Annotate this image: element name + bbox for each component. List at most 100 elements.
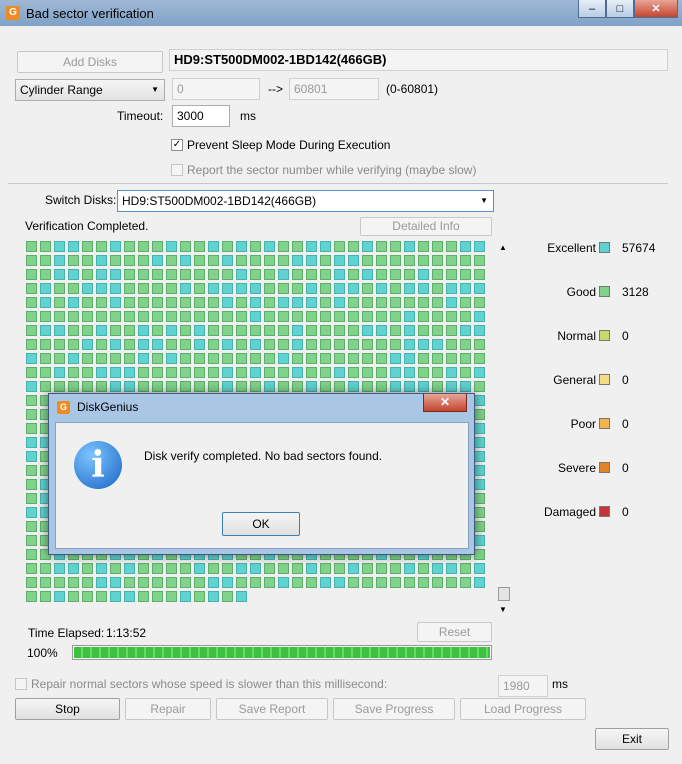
sector-block [82,381,93,392]
dialog-body: i Disk verify completed. No bad sectors … [55,422,469,549]
sector-block [418,367,429,378]
sector-block [208,325,219,336]
sector-block [320,353,331,364]
maximize-button[interactable]: □ [606,0,634,18]
dialog-close-button[interactable]: ✕ [423,394,467,412]
sector-block [446,563,457,574]
legend-value: 57674 [622,241,656,255]
sector-block [40,381,51,392]
sector-block [320,367,331,378]
sector-block [222,283,233,294]
disk-name-field: HD9:ST500DM002-1BD142(466GB) [169,49,668,71]
grid-scrollbar[interactable]: ▲ ▼ [497,241,511,617]
sector-block [390,241,401,252]
sector-block [68,325,79,336]
sector-block [320,269,331,280]
sector-block [180,283,191,294]
report-sector-checkbox[interactable] [171,164,183,176]
sector-block [348,563,359,574]
sector-block [362,577,373,588]
sector-block [320,325,331,336]
sector-block [68,297,79,308]
sector-block [166,577,177,588]
legend-label: Excellent [547,241,596,255]
sector-block [110,353,121,364]
legend-value: 0 [622,461,629,475]
sector-block [250,353,261,364]
switch-disks-select[interactable]: HD9:ST500DM002-1BD142(466GB) ▼ [117,190,494,212]
sector-block [180,563,191,574]
minimize-button[interactable]: – [578,0,606,18]
sector-block [82,325,93,336]
sector-block [362,255,373,266]
sector-block [474,465,485,476]
timeout-input[interactable]: 3000 [172,105,230,127]
sector-block [68,339,79,350]
sector-block [26,507,37,518]
sector-block [264,367,275,378]
sector-block [404,311,415,322]
sector-block [404,269,415,280]
save-report-button[interactable]: Save Report [216,698,328,720]
sector-block [82,311,93,322]
dialog-message: Disk verify completed. No bad sectors fo… [144,449,383,463]
sector-block [96,353,107,364]
chevron-down-icon: ▼ [151,85,159,94]
repair-checkbox[interactable] [15,678,27,690]
sector-block [40,591,51,602]
range-start-input[interactable]: 0 [172,78,260,100]
legend-swatch [599,242,610,253]
legend-swatch [599,374,610,385]
ok-button[interactable]: OK [222,512,300,536]
sector-block [404,325,415,336]
sector-block [474,451,485,462]
prevent-sleep-checkbox[interactable]: ✓ [171,139,183,151]
sector-block [306,311,317,322]
sector-block [124,255,135,266]
sector-block [418,381,429,392]
range-end-input[interactable]: 60801 [289,78,379,100]
sector-block [138,283,149,294]
add-disks-button[interactable]: Add Disks [17,51,163,73]
sector-block [40,311,51,322]
info-dialog: G DiskGenius ✕ i Disk verify completed. … [48,393,475,555]
sector-block [236,241,247,252]
scroll-down-icon[interactable]: ▼ [499,605,507,614]
title-bar: G Bad sector verification – □ ✕ [0,0,682,26]
sector-block [208,339,219,350]
repair-ms-input[interactable]: 1980 [498,675,548,697]
repair-button[interactable]: Repair [125,698,211,720]
detailed-info-button[interactable]: Detailed Info [360,217,492,236]
save-progress-button[interactable]: Save Progress [333,698,455,720]
sector-block [166,283,177,294]
reset-button[interactable]: Reset [417,622,492,642]
sector-block [54,367,65,378]
sector-block [40,367,51,378]
sector-block [376,563,387,574]
sector-block [390,325,401,336]
stop-button[interactable]: Stop [15,698,120,720]
sector-block [362,381,373,392]
close-button[interactable]: ✕ [634,0,678,18]
range-type-select[interactable]: Cylinder Range ▼ [15,79,165,101]
sector-block [264,311,275,322]
sector-block [334,241,345,252]
sector-block [460,367,471,378]
sector-block [250,241,261,252]
load-progress-button[interactable]: Load Progress [460,698,586,720]
sector-block [250,269,261,280]
scroll-thumb[interactable] [498,587,510,601]
exit-button[interactable]: Exit [595,728,669,750]
sector-block [222,241,233,252]
chevron-down-icon: ▼ [480,196,488,205]
sector-block [432,381,443,392]
sector-block [138,241,149,252]
sector-block [432,367,443,378]
legend-label: General [553,373,596,387]
sector-block [292,367,303,378]
sector-block [208,591,219,602]
scroll-up-icon[interactable]: ▲ [499,243,507,252]
sector-block [152,591,163,602]
sector-block [138,269,149,280]
sector-block [54,353,65,364]
